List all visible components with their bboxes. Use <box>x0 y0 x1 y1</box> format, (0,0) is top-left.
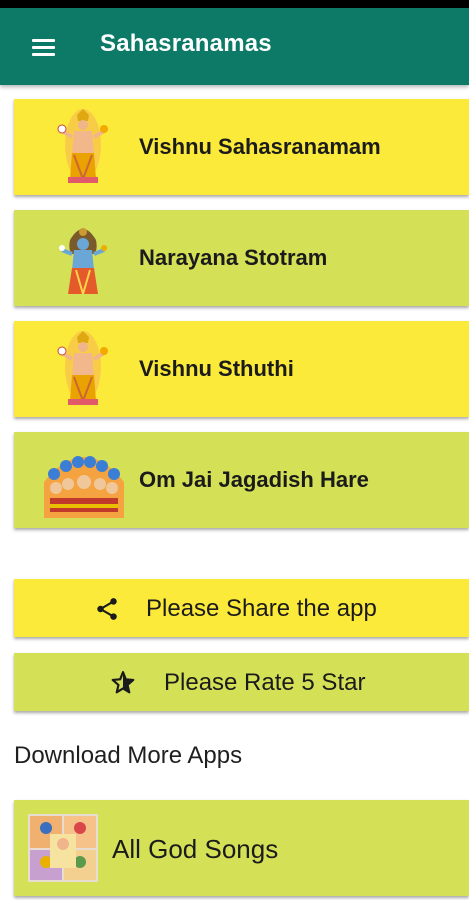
list-item-label: Vishnu Sthuthi <box>139 356 294 381</box>
vishnu-image <box>50 331 116 407</box>
list-item-vishnu-sthuthi[interactable]: Vishnu Sthuthi <box>14 321 469 417</box>
vishwaroopa-image <box>42 442 126 518</box>
more-app-all-god-songs[interactable]: All God Songs <box>14 800 469 896</box>
share-icon <box>97 598 117 620</box>
list-item-om-jai-jagadish-hare[interactable]: Om Jai Jagadish Hare <box>14 432 469 528</box>
gods-collage-image <box>28 814 98 882</box>
app-bar: Sahasranamas <box>0 8 469 85</box>
hamburger-menu-icon[interactable] <box>30 35 58 57</box>
more-app-label: All God Songs <box>112 834 279 864</box>
list-item-vishnu-sahasranamam[interactable]: Vishnu Sahasranamam <box>14 99 469 195</box>
list-item-label: Vishnu Sahasranamam <box>139 134 381 159</box>
share-app-label: Please Share the app <box>146 595 377 622</box>
star-icon <box>111 671 135 694</box>
list-item-label: Narayana Stotram <box>139 245 328 270</box>
app-title: Sahasranamas <box>100 30 272 57</box>
list-item-label: Om Jai Jagadish Hare <box>139 467 369 492</box>
list-item-narayana-stotram[interactable]: Narayana Stotram <box>14 210 469 306</box>
vishnu-image <box>50 109 116 185</box>
status-bar <box>0 0 469 8</box>
rate-app-button[interactable]: Please Rate 5 Star <box>14 653 469 711</box>
narayana-image <box>50 220 116 296</box>
more-apps-heading: Download More Apps <box>14 742 243 769</box>
share-app-button[interactable]: Please Share the app <box>14 579 469 637</box>
rate-app-label: Please Rate 5 Star <box>164 669 366 696</box>
